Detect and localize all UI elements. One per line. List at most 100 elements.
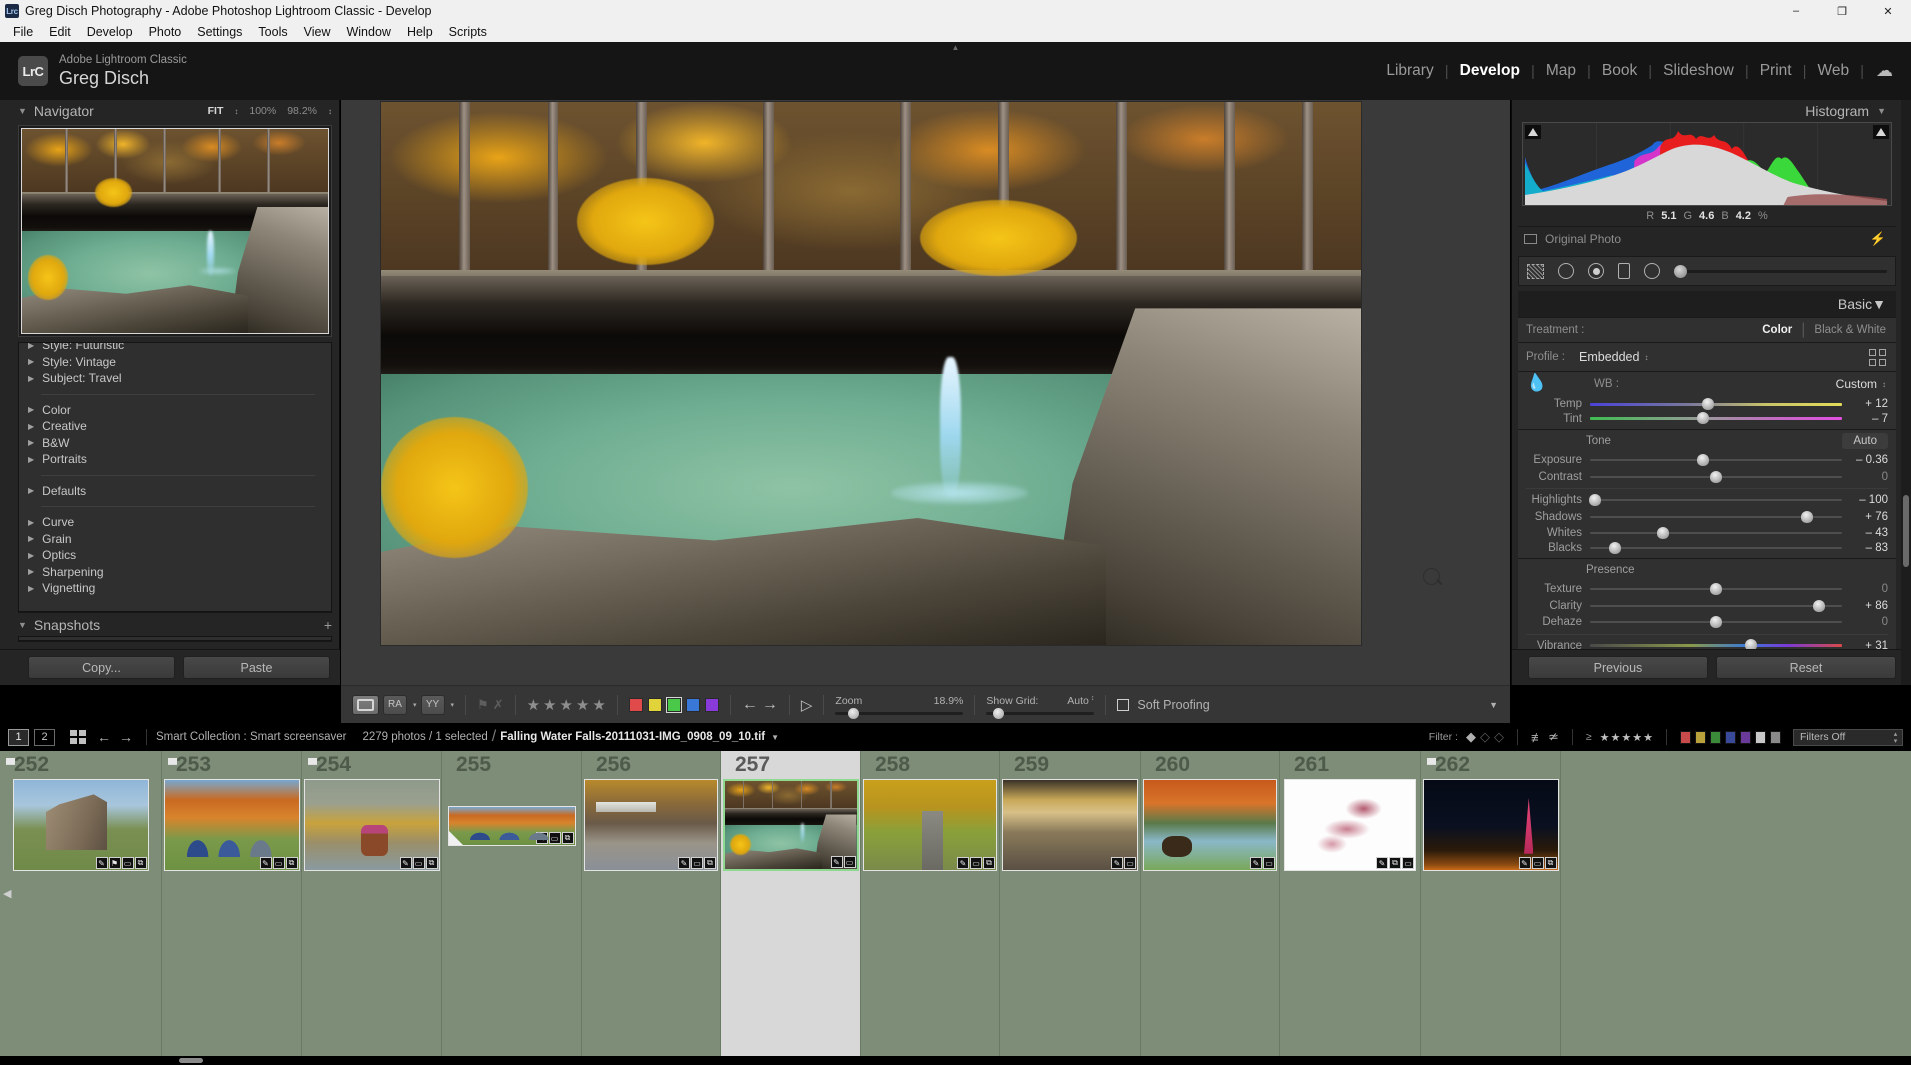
filter-star-5-icon[interactable]: ★	[1643, 731, 1653, 744]
preset-group-curve[interactable]: ▶ Curve	[19, 514, 331, 531]
badge-edited-icon[interactable]: ✎	[536, 832, 548, 844]
wb-value[interactable]: Custom	[1836, 377, 1877, 391]
slider-dehaze-track[interactable]	[1590, 621, 1842, 623]
badge-edited-icon[interactable]: ✎	[96, 857, 108, 869]
menu-item-develop[interactable]: Develop	[79, 24, 141, 40]
filmstrip-cell-260[interactable]: 260 ✎ ▭	[1141, 751, 1280, 1065]
badge-crop-icon[interactable]: ▭	[691, 857, 703, 869]
filmstrip-cell-254[interactable]: 254 ✎ ▭ ⧉	[302, 751, 442, 1065]
thumbnail-badges[interactable]: ✎ ⧉ ▭	[1376, 857, 1414, 869]
slider-temp-track[interactable]	[1590, 403, 1842, 406]
preset-group-defaults[interactable]: ▶ Defaults	[19, 483, 331, 500]
thumbnail-image[interactable]: ✎ ▭ ⧉	[164, 779, 300, 871]
thumbnail-badges[interactable]: ✎ ▭ ⧉	[400, 857, 438, 869]
badge-edited-icon[interactable]: ✎	[957, 857, 969, 869]
navigator-header[interactable]: ▼ Navigator FIT ↕ 100% 98.2% ↕	[18, 100, 332, 122]
badge-metadata-icon[interactable]: ⧉	[983, 857, 995, 869]
filter-color-purple[interactable]	[1740, 731, 1751, 744]
thumbnail-image[interactable]: ✎ ▭	[1143, 779, 1277, 871]
menu-item-scripts[interactable]: Scripts	[441, 24, 495, 40]
menu-item-window[interactable]: Window	[338, 24, 398, 40]
filmstrip-cell-253[interactable]: 253 ✎ ▭ ⧉	[162, 751, 302, 1065]
slider-blacks-track[interactable]	[1590, 547, 1842, 549]
original-photo-checkbox[interactable]	[1524, 234, 1537, 244]
badge-metadata-icon[interactable]: ⧉	[135, 857, 147, 869]
slider-blacks[interactable]: Blacks – 83	[1518, 542, 1896, 559]
badge-edited-icon[interactable]: ✎	[1376, 857, 1388, 869]
color-label-blue[interactable]	[686, 698, 700, 712]
preset-group-grain[interactable]: ▶ Grain	[19, 531, 331, 548]
slider-tint[interactable]: Tint – 7	[1518, 413, 1896, 430]
slider-clarity[interactable]: Clarity + 86	[1518, 598, 1896, 615]
thumbnail-image[interactable]: ✎ ▭	[723, 779, 859, 871]
slider-texture[interactable]: Texture 0	[1518, 581, 1896, 598]
reset-button[interactable]: Reset	[1716, 656, 1896, 679]
thumbnail-image[interactable]: ✎ ▭ ⧉	[1423, 779, 1559, 871]
zoom-custom-spinner-icon[interactable]: ↕	[328, 107, 332, 116]
go-back-icon[interactable]: ←	[97, 729, 111, 745]
slider-tint-track[interactable]	[1590, 417, 1842, 420]
filename-dropdown-icon[interactable]: ▼	[771, 733, 779, 742]
slider-whites-track[interactable]	[1590, 532, 1842, 534]
filmstrip-cell-256[interactable]: 256 ✎ ▭ ⧉	[582, 751, 721, 1065]
cloud-sync-icon[interactable]: ☁	[1876, 61, 1893, 81]
slider-contrast[interactable]: Contrast 0	[1518, 469, 1896, 486]
soft-proofing-checkbox[interactable]	[1117, 699, 1129, 711]
thumbnail-badges[interactable]: ✎ ▭	[1250, 857, 1275, 869]
right-panel-scrollbar[interactable]	[1903, 495, 1909, 567]
current-filename[interactable]: Falling Water Falls-20111031-IMG_0908_09…	[500, 731, 765, 743]
wb-updown-icon[interactable]: ↕	[1882, 380, 1886, 389]
preset-group-portraits[interactable]: ▶ Portraits	[19, 451, 331, 468]
thumbnail-badges[interactable]: ✎ ▭ ⧉	[957, 857, 995, 869]
badge-crop-icon[interactable]: ▭	[1124, 857, 1136, 869]
zoom-custom[interactable]: 98.2%	[287, 105, 317, 117]
flag-reject-icon[interactable]: ✗	[493, 697, 504, 713]
badge-crop-icon[interactable]: ▭	[1532, 857, 1544, 869]
color-label-yellow[interactable]	[648, 698, 662, 712]
filter-star-2-icon[interactable]: ★	[1611, 731, 1621, 744]
thumbnail-badges[interactable]: ✎ ▭ ⧉	[678, 857, 716, 869]
filter-rating-stars[interactable]: ★ ★ ★ ★ ★	[1600, 731, 1653, 744]
close-button[interactable]: ✕	[1865, 0, 1911, 22]
source-collection-name[interactable]: Smart Collection : Smart screensaver	[156, 731, 346, 743]
filter-color-green[interactable]	[1710, 731, 1721, 744]
filter-star-1-icon[interactable]: ★	[1600, 731, 1610, 744]
star-3-icon[interactable]: ★	[560, 696, 573, 714]
thumbnail-image[interactable]: ✎ ▭ ⧉	[584, 779, 718, 871]
star-5-icon[interactable]: ★	[592, 696, 605, 714]
filmstrip-scrollbar-track[interactable]	[0, 1056, 1911, 1065]
wb-eyedropper-icon[interactable]: 💧	[1525, 372, 1550, 397]
thumbnail-badges[interactable]: ✎ ▭ ⧉	[260, 857, 298, 869]
badge-metadata-icon[interactable]: ⧉	[704, 857, 716, 869]
module-library[interactable]: Library	[1375, 62, 1444, 80]
before-after-ra-button[interactable]: RA	[383, 695, 407, 715]
menu-item-photo[interactable]: Photo	[141, 24, 190, 40]
thumbnail-badges[interactable]: ✎ ▭ ⧉	[536, 832, 574, 844]
quick-develop-bolt-icon[interactable]: ⚡	[1870, 231, 1886, 247]
grid-view-icon[interactable]	[70, 730, 86, 744]
filter-preset-select[interactable]: Filters Off ▴▾	[1793, 729, 1903, 746]
slider-whites[interactable]: Whites – 43	[1518, 525, 1896, 542]
slider-highlights-track[interactable]	[1590, 499, 1842, 501]
badge-crop-icon[interactable]: ▭	[844, 856, 856, 868]
profile-value[interactable]: Embedded	[1579, 350, 1639, 364]
menu-item-help[interactable]: Help	[399, 24, 441, 40]
badge-crop-icon[interactable]: ▭	[122, 857, 134, 869]
previous-photo-icon[interactable]: ←	[742, 696, 758, 714]
thumbnail-image[interactable]: ✎ ▭ ⧉	[448, 806, 576, 846]
filter-flag-pick-icon[interactable]: ◆	[1466, 729, 1476, 745]
module-web[interactable]: Web	[1807, 62, 1861, 80]
thumbnail-badges[interactable]: ✎ ▭	[831, 856, 856, 868]
thumbnail-badges[interactable]: ✎ ▭	[1111, 857, 1136, 869]
histogram-disclosure-icon[interactable]: ▼	[1877, 106, 1886, 116]
filter-color-blue[interactable]	[1725, 731, 1736, 744]
filter-star-4-icon[interactable]: ★	[1632, 731, 1642, 744]
impromptu-slideshow-icon[interactable]: ▷	[801, 696, 813, 714]
slider-shadows[interactable]: Shadows + 76	[1518, 509, 1896, 526]
auto-tone-button[interactable]: Auto	[1842, 433, 1888, 449]
brush-size-slider[interactable]	[1674, 270, 1887, 273]
thumbnail-image[interactable]: ✎ ⚑ ▭ ⧉	[13, 779, 149, 871]
slider-temp[interactable]: Temp + 12	[1518, 396, 1896, 413]
menu-item-tools[interactable]: Tools	[250, 24, 295, 40]
paste-button[interactable]: Paste	[183, 656, 330, 679]
